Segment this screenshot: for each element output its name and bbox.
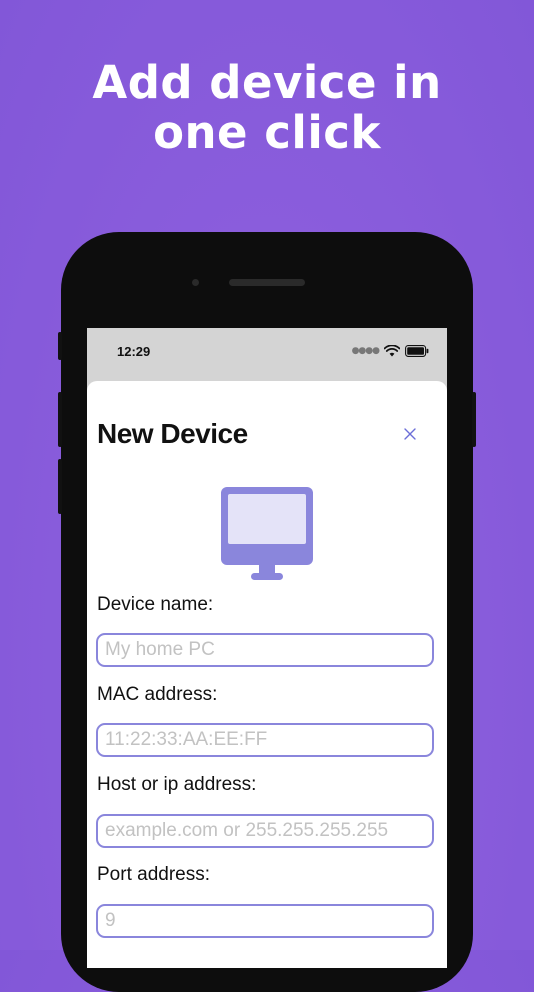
mac-address-label: MAC address: — [97, 684, 218, 705]
status-time: 12:29 — [117, 344, 151, 359]
status-icons: ●●●● — [352, 345, 429, 357]
wifi-icon — [384, 345, 400, 357]
status-bar: 12:29 ●●●● — [87, 328, 447, 378]
close-button[interactable] — [399, 423, 421, 445]
device-name-label: Device name: — [97, 594, 214, 615]
volume-up-button — [58, 392, 62, 447]
device-name-input[interactable] — [96, 633, 434, 667]
host-address-input[interactable] — [96, 814, 434, 848]
power-button — [472, 392, 476, 447]
monitor-icon — [221, 487, 313, 580]
mute-switch — [58, 332, 62, 360]
battery-icon — [405, 345, 429, 357]
phone-screen: 12:29 ●●●● New Device Device name: My ho… — [87, 328, 447, 968]
sheet-title: New Device — [97, 418, 248, 449]
headline-line-2: one click — [153, 106, 381, 159]
close-icon — [404, 428, 416, 440]
signal-dots-icon: ●●●● — [351, 346, 380, 356]
volume-down-button — [58, 459, 62, 514]
promo-headline: Add device in one click — [0, 58, 534, 158]
front-camera — [192, 279, 199, 286]
host-address-label: Host or ip address: — [97, 774, 257, 795]
port-address-label: Port address: — [97, 864, 210, 885]
mac-address-input[interactable] — [96, 723, 434, 757]
earpiece-speaker — [229, 279, 305, 286]
new-device-sheet: New Device Device name: MAC address: Hos… — [87, 381, 447, 968]
headline-line-1: Add device in — [92, 56, 442, 109]
port-address-input[interactable] — [96, 904, 434, 938]
